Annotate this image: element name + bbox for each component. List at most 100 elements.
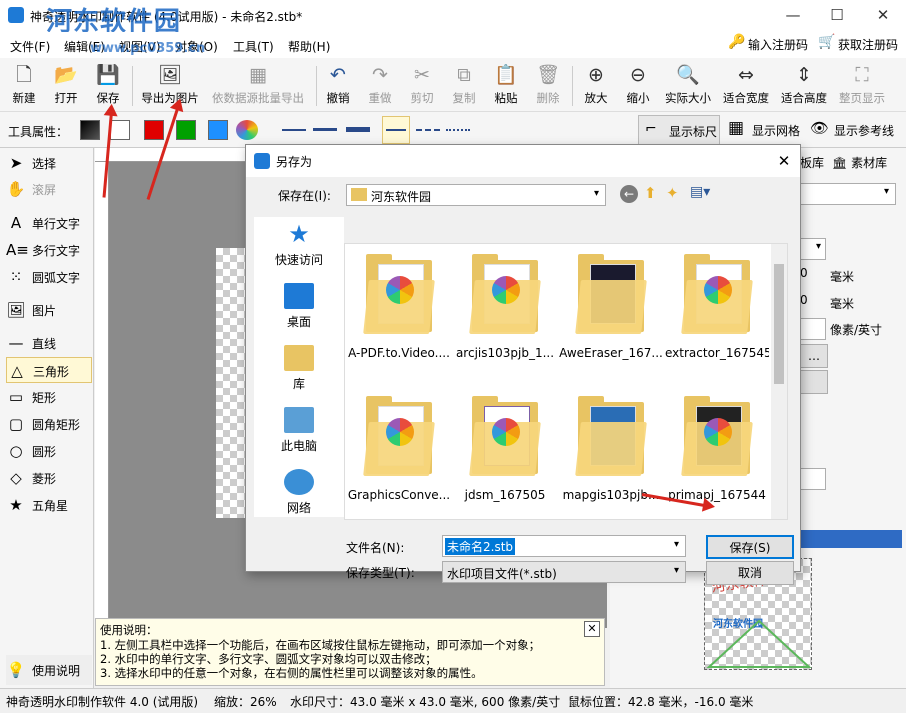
filename-label: 文件名(N): bbox=[346, 541, 405, 555]
fit-width-icon: ⇔ bbox=[738, 64, 754, 86]
undo-button[interactable]: ↶ 撤销 bbox=[316, 60, 360, 110]
place-library[interactable]: 库 bbox=[254, 341, 344, 401]
menu-file[interactable]: 文件(F) bbox=[10, 38, 50, 55]
line-thick-option[interactable] bbox=[346, 127, 370, 132]
usage-guide-button[interactable]: 💡 使用说明 bbox=[6, 655, 92, 685]
file-item[interactable]: extractor_167545 bbox=[665, 246, 769, 376]
file-item[interactable]: jdsm_167505 bbox=[453, 388, 557, 518]
cursor-icon: ➤ bbox=[9, 154, 23, 172]
show-guides-toggle[interactable]: 👁 显示参考线 bbox=[808, 115, 904, 145]
help-line-3: 3. 选择水印中的任意一个对象，在右侧的属性栏里可以调整该对象的属性。 bbox=[100, 666, 483, 680]
color-palette-icon[interactable] bbox=[236, 120, 258, 140]
tool-pan[interactable]: ✋ 滚屏 bbox=[6, 176, 92, 202]
green-color-swatch[interactable] bbox=[176, 120, 196, 140]
dialog-close-button[interactable]: ✕ bbox=[772, 149, 796, 173]
tool-circle[interactable]: ○ 圆形 bbox=[6, 438, 92, 464]
save-in-select[interactable]: 河东软件园 ▾ bbox=[346, 184, 606, 206]
help-close-icon[interactable]: ✕ bbox=[584, 621, 600, 637]
material-library-tab[interactable]: 🏛 素材库 bbox=[832, 150, 904, 176]
get-register-code[interactable]: 获取注册码 bbox=[838, 36, 898, 53]
right-dropdown-1[interactable]: ▾ bbox=[800, 238, 826, 260]
blue-color-swatch[interactable] bbox=[208, 120, 228, 140]
paste-button[interactable]: 📋 粘贴 bbox=[484, 60, 528, 110]
undo-icon: ↶ bbox=[330, 64, 346, 86]
line-icon: — bbox=[8, 334, 24, 352]
file-list-scrollbar[interactable] bbox=[771, 244, 787, 519]
cart-icon: 🛒 bbox=[818, 34, 836, 50]
export-image-button[interactable]: 🖼 导出为图片 bbox=[138, 60, 202, 110]
delete-button[interactable]: 🗑 删除 bbox=[526, 60, 570, 110]
title-bar: 神奇透明水印制作软件 (4.0试用版) - 未命名2.stb* 河东软件园 — … bbox=[0, 0, 906, 37]
full-page-button[interactable]: ⛶ 整页显示 bbox=[836, 60, 888, 110]
line-dot-option[interactable] bbox=[446, 129, 470, 131]
up-folder-icon[interactable]: ⬆ bbox=[644, 184, 657, 202]
folder-icon bbox=[351, 188, 367, 201]
unit-label-3: 像素/英寸 bbox=[830, 323, 883, 337]
line-solid-option[interactable] bbox=[382, 116, 410, 144]
right-browse-button-2[interactable] bbox=[800, 370, 828, 394]
tool-image[interactable]: 🖼 图片 bbox=[6, 297, 92, 323]
menu-help[interactable]: 帮助(H) bbox=[288, 38, 330, 55]
tool-diamond[interactable]: ◇ 菱形 bbox=[6, 465, 92, 491]
tool-triangle[interactable]: △ 三角形 bbox=[6, 357, 92, 383]
new-button[interactable]: 🗋 新建 bbox=[2, 60, 46, 110]
line-medium-option[interactable] bbox=[313, 128, 337, 131]
place-desktop[interactable]: 桌面 bbox=[254, 279, 344, 339]
zoom-out-button[interactable]: ⊖ 缩小 bbox=[616, 60, 660, 110]
tool-multi-text[interactable]: A≡ 多行文字 bbox=[6, 237, 92, 263]
place-network[interactable]: 网络 bbox=[254, 465, 344, 525]
maximize-button[interactable]: ☐ bbox=[814, 0, 860, 30]
tool-select[interactable]: ➤ 选择 bbox=[6, 150, 92, 176]
tool-single-text[interactable]: A 单行文字 bbox=[6, 210, 92, 236]
file-item[interactable]: arcjis103pjb_1... bbox=[453, 246, 557, 376]
red-color-swatch[interactable] bbox=[144, 120, 164, 140]
filename-input[interactable]: 未命名2.stb ▾ bbox=[442, 535, 686, 557]
show-ruler-toggle[interactable]: ⌐ 显示标尺 bbox=[638, 115, 720, 145]
right-panel-select[interactable]: ▾ bbox=[800, 183, 896, 205]
file-item[interactable]: mapgis103pjb... bbox=[559, 388, 663, 518]
file-item[interactable]: A-PDF.to.Video.... bbox=[347, 246, 451, 376]
right-browse-button-1[interactable]: … bbox=[800, 344, 828, 368]
stroke-color-swatch[interactable] bbox=[80, 120, 100, 140]
full-page-icon: ⛶ bbox=[855, 64, 869, 86]
right-dropdown-3[interactable] bbox=[800, 468, 826, 490]
watermark-canvas-visible[interactable] bbox=[216, 248, 246, 518]
right-dropdown-2[interactable] bbox=[800, 318, 826, 340]
fit-width-button[interactable]: ⇔ 适合宽度 bbox=[720, 60, 772, 110]
line-dash-option[interactable] bbox=[416, 129, 440, 131]
tool-star[interactable]: ★ 五角星 bbox=[6, 492, 92, 518]
place-this-pc[interactable]: 此电脑 bbox=[254, 403, 344, 463]
back-icon[interactable]: ← bbox=[620, 185, 638, 203]
fill-color-swatch[interactable] bbox=[110, 120, 130, 140]
enter-register-code[interactable]: 输入注册码 bbox=[748, 36, 808, 53]
file-item[interactable]: GraphicsConve... bbox=[347, 388, 451, 518]
minimize-button[interactable]: — bbox=[770, 0, 816, 30]
chevron-down-icon: ▾ bbox=[673, 539, 679, 550]
zoom-in-button[interactable]: ⊕ 放大 bbox=[574, 60, 618, 110]
copy-button[interactable]: ⧉ 复制 bbox=[442, 60, 486, 110]
template-library-tab[interactable]: 板库 bbox=[800, 150, 830, 176]
actual-size-button[interactable]: 🔍 实际大小 bbox=[662, 60, 714, 110]
batch-export-button[interactable]: ▦ 依数据源批量导出 bbox=[206, 60, 310, 110]
new-folder-icon[interactable]: ✦ bbox=[666, 184, 679, 202]
redo-button[interactable]: ↷ 重做 bbox=[358, 60, 402, 110]
file-item[interactable]: AweEraser_167... bbox=[559, 246, 663, 376]
tool-arc-text[interactable]: ⁙ 圆弧文字 bbox=[6, 264, 92, 290]
close-button[interactable]: ✕ bbox=[860, 0, 906, 30]
file-item[interactable]: primapj_167544 bbox=[665, 388, 769, 518]
triangle-icon: △ bbox=[11, 362, 23, 380]
tool-line[interactable]: — 直线 bbox=[6, 330, 92, 356]
dialog-save-button[interactable]: 保存(S) bbox=[706, 535, 794, 559]
tool-rounded-rect[interactable]: ▢ 圆角矩形 bbox=[6, 411, 92, 437]
menu-tools[interactable]: 工具(T) bbox=[233, 38, 274, 55]
fit-height-button[interactable]: ⇕ 适合高度 bbox=[778, 60, 830, 110]
open-button[interactable]: 📂 打开 bbox=[44, 60, 88, 110]
filetype-select[interactable]: 水印项目文件(*.stb) ▾ bbox=[442, 561, 686, 583]
place-quick-access[interactable]: ★ 快速访问 bbox=[254, 217, 344, 277]
view-menu-icon[interactable]: ▤▾ bbox=[690, 184, 710, 200]
line-thin-option[interactable] bbox=[282, 129, 306, 131]
show-grid-toggle[interactable]: ▦ 显示网格 bbox=[726, 115, 806, 145]
dialog-cancel-button[interactable]: 取消 bbox=[706, 561, 794, 585]
cut-button[interactable]: ✂ 剪切 bbox=[400, 60, 444, 110]
tool-rectangle[interactable]: ▭ 矩形 bbox=[6, 384, 92, 410]
